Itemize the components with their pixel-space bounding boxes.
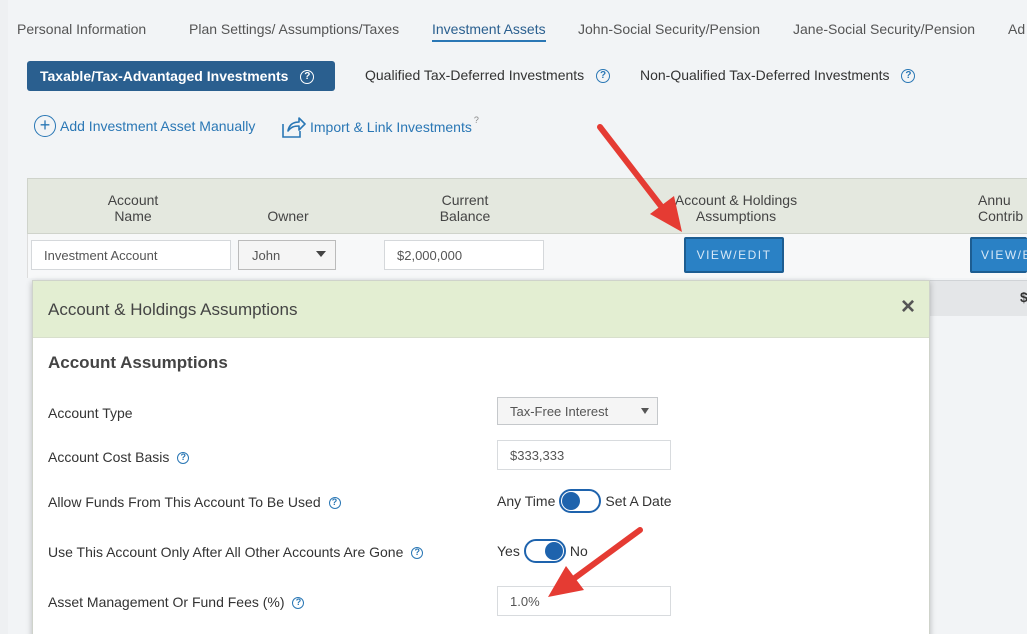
add-investment-asset-button[interactable]: + Add Investment Asset Manually bbox=[34, 115, 255, 137]
section-title: Account Assumptions bbox=[48, 353, 228, 372]
account-holdings-modal: Account & Holdings Assumptions × Account… bbox=[32, 280, 930, 634]
help-icon[interactable]: ? bbox=[901, 69, 916, 84]
page: Personal Information Plan Settings/ Assu… bbox=[0, 0, 1027, 634]
owner-select[interactable]: John bbox=[238, 240, 336, 270]
view-edit-assumptions-button[interactable]: VIEW/EDIT bbox=[684, 237, 784, 273]
import-link-investments-button[interactable]: Import & Link Investments ? bbox=[280, 115, 479, 139]
account-type-value: Tax-Free Interest bbox=[510, 404, 609, 419]
use-after-toggle-row: Yes No bbox=[497, 539, 588, 563]
owner-select-value: John bbox=[252, 248, 281, 263]
cost-basis-label: Account Cost Basis bbox=[48, 449, 170, 465]
modal-title: Account & Holdings Assumptions bbox=[48, 300, 298, 319]
toggle-knob bbox=[544, 542, 563, 560]
import-help-icon[interactable]: ? bbox=[474, 115, 479, 125]
column-header-owner: Owner bbox=[267, 208, 309, 224]
fees-label: Asset Management Or Fund Fees (%) bbox=[48, 594, 285, 610]
tab-plan-settings[interactable]: Plan Settings/ Assumptions/Taxes bbox=[189, 21, 399, 37]
tab-investment-assets[interactable]: Investment Assets bbox=[432, 21, 546, 42]
help-icon[interactable]: ? bbox=[596, 69, 611, 84]
subtab-qualified-tax-deferred[interactable]: Qualified Tax-Deferred Investments ? bbox=[365, 67, 611, 84]
fees-input[interactable]: 1.0% bbox=[497, 586, 671, 616]
tab-ad-truncated[interactable]: Ad bbox=[1008, 21, 1025, 37]
current-balance-input[interactable]: $2,000,000 bbox=[384, 240, 544, 270]
column-header-account-name: Account Name bbox=[107, 192, 159, 224]
subtab-taxable-label: Taxable/Tax-Advantaged Investments bbox=[40, 68, 289, 84]
toggle-knob bbox=[562, 492, 581, 510]
tab-john-social-security[interactable]: John-Social Security/Pension bbox=[578, 21, 760, 37]
help-icon[interactable]: ? bbox=[411, 547, 424, 560]
account-type-label: Account Type bbox=[48, 405, 133, 421]
column-header-annual-contributions: Annu Contrib bbox=[978, 192, 1024, 224]
allow-funds-toggle-row: Any Time Set A Date bbox=[497, 489, 672, 513]
plus-circle-icon: + bbox=[34, 115, 56, 137]
subtab-non-qualified-tax-deferred[interactable]: Non-Qualified Tax-Deferred Investments ? bbox=[640, 67, 916, 84]
chevron-down-icon bbox=[316, 251, 326, 257]
subtab-qualified-label: Qualified Tax-Deferred Investments bbox=[365, 67, 585, 83]
cost-basis-input[interactable]: $333,333 bbox=[497, 440, 671, 470]
help-icon[interactable]: ? bbox=[177, 452, 190, 465]
tab-jane-social-security[interactable]: Jane-Social Security/Pension bbox=[793, 21, 975, 37]
allow-funds-left-label: Any Time bbox=[497, 493, 556, 509]
totals-row: $ bbox=[930, 280, 1027, 316]
table-header: Account Name Owner Current Balance Accou… bbox=[27, 178, 1027, 234]
use-after-label-row: Use This Account Only After All Other Ac… bbox=[48, 544, 424, 560]
allow-funds-right-label: Set A Date bbox=[605, 493, 672, 509]
allow-funds-label-row: Allow Funds From This Account To Be Used… bbox=[48, 494, 341, 510]
top-navigation: Personal Information Plan Settings/ Assu… bbox=[0, 0, 1027, 48]
chevron-down-icon bbox=[641, 408, 649, 414]
column-header-current-balance: Current Balance bbox=[439, 192, 491, 224]
add-investment-asset-label: Add Investment Asset Manually bbox=[60, 118, 256, 134]
use-after-label: Use This Account Only After All Other Ac… bbox=[48, 544, 404, 560]
subtab-non-qualified-label: Non-Qualified Tax-Deferred Investments bbox=[640, 67, 890, 83]
account-name-input[interactable]: Investment Account bbox=[31, 240, 231, 270]
help-icon[interactable]: ? bbox=[292, 597, 305, 610]
cost-basis-label-row: Account Cost Basis ? bbox=[48, 449, 190, 465]
column-header-assumptions: Account & Holdings Assumptions bbox=[674, 192, 798, 224]
help-icon[interactable]: ? bbox=[300, 70, 315, 85]
allow-funds-label: Allow Funds From This Account To Be Used bbox=[48, 494, 321, 510]
import-link-label: Import & Link Investments bbox=[310, 119, 472, 135]
view-edit-contributions-button[interactable]: VIEW/E bbox=[970, 237, 1027, 273]
allow-funds-toggle[interactable] bbox=[559, 489, 602, 513]
total-value: $ bbox=[1020, 289, 1027, 305]
subtab-taxable-investments[interactable]: Taxable/Tax-Advantaged Investments ? bbox=[27, 61, 335, 91]
use-after-toggle[interactable] bbox=[523, 539, 566, 563]
use-after-right-label: No bbox=[569, 543, 588, 559]
account-type-select[interactable]: Tax-Free Interest bbox=[497, 397, 658, 425]
tab-personal-information[interactable]: Personal Information bbox=[17, 21, 146, 37]
help-icon[interactable]: ? bbox=[328, 497, 341, 510]
use-after-left-label: Yes bbox=[497, 543, 520, 559]
fees-label-row: Asset Management Or Fund Fees (%) ? bbox=[48, 594, 305, 610]
import-share-icon bbox=[282, 117, 306, 138]
close-icon[interactable]: × bbox=[901, 293, 915, 321]
modal-header: Account & Holdings Assumptions × bbox=[33, 281, 929, 338]
